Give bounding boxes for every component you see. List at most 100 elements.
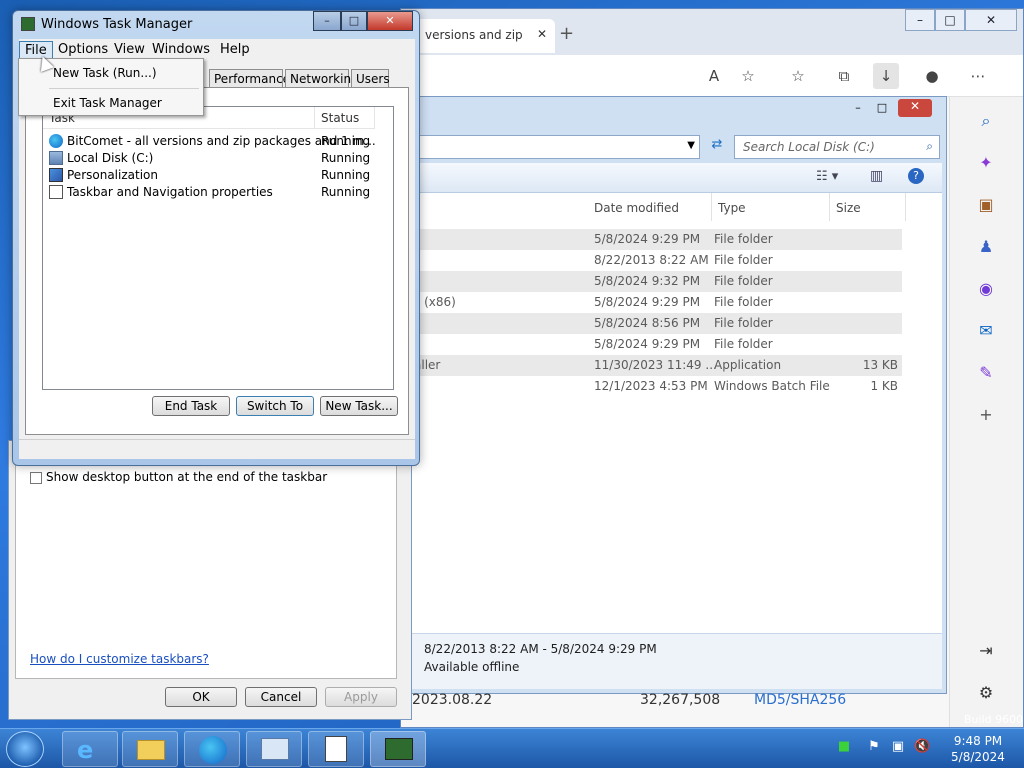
new-task-button[interactable]: New Task...: [320, 396, 398, 416]
build-watermark: Build 9600: [964, 713, 1024, 726]
tab-performance[interactable]: Performance: [209, 69, 290, 87]
task-row[interactable]: Local Disk (C:) Running: [43, 150, 393, 167]
menu-options[interactable]: Options: [53, 41, 113, 58]
menu-view[interactable]: View: [109, 41, 150, 58]
maximize-icon[interactable]: □: [341, 11, 367, 31]
add-sidebar-app-icon[interactable]: +: [972, 401, 1000, 429]
minimize-icon[interactable]: –: [905, 9, 935, 31]
profile-icon[interactable]: ●: [919, 63, 945, 89]
network-icon[interactable]: ▣: [890, 739, 906, 755]
task-row[interactable]: Personalization Running: [43, 167, 393, 184]
ie-taskbar-button[interactable]: e: [62, 731, 118, 767]
end-task-button[interactable]: End Task: [152, 396, 230, 416]
explorer-close-icon[interactable]: ✕: [898, 99, 932, 117]
close-tab-icon[interactable]: ✕: [537, 27, 547, 41]
search-input[interactable]: Search Local Disk (C:) ⌕: [734, 135, 940, 159]
view-options-icon[interactable]: ☷ ▾: [816, 169, 838, 184]
close-icon[interactable]: ✕: [965, 9, 1017, 31]
minimize-icon[interactable]: –: [313, 11, 341, 31]
column-date-modified[interactable]: Date modified: [592, 193, 712, 221]
tray-app-icon[interactable]: ■: [836, 739, 852, 755]
search-placeholder: Search Local Disk (C:): [743, 140, 875, 154]
new-tab-icon[interactable]: +: [559, 23, 574, 44]
refresh-icon[interactable]: ⇄: [706, 137, 728, 157]
add-favorite-icon[interactable]: ☆: [735, 63, 761, 89]
file-type: Windows Batch File: [714, 379, 830, 393]
applications-tab-panel: Task Status BitComet - all versions and …: [25, 87, 409, 435]
clock[interactable]: 9:48 PM 5/8/2024: [940, 733, 1016, 765]
copilot-icon[interactable]: ✦: [972, 149, 1000, 177]
menu-separator: [49, 88, 199, 89]
favorites-icon[interactable]: ☆: [785, 63, 811, 89]
edge-icon: [199, 736, 227, 764]
edge-icon: [49, 134, 63, 148]
downloads-icon[interactable]: ↓: [873, 63, 899, 89]
task-manager-app-icon: [21, 17, 35, 31]
file-row[interactable]: aller 11/30/2023 11:49 ... Application 1…: [412, 355, 902, 376]
collections-icon[interactable]: ⧉: [831, 63, 857, 89]
start-button[interactable]: [6, 731, 44, 767]
explorer-taskbar-button[interactable]: [122, 731, 178, 767]
task-row[interactable]: BitComet - all versions and zip packages…: [43, 133, 393, 150]
file-row[interactable]: 5/8/2024 9:29 PM File folder: [412, 229, 902, 250]
explorer-maximize-icon[interactable]: □: [870, 101, 894, 117]
settings-icon[interactable]: ⚙: [972, 679, 1000, 707]
more-icon[interactable]: ⋯: [965, 63, 991, 89]
details-date-range: 8/22/2013 8:22 AM - 5/8/2024 9:29 PM: [424, 642, 657, 656]
file-type: File folder: [714, 337, 773, 351]
task-manager-client: Performance Networking Users Task Status…: [19, 61, 415, 459]
help-icon[interactable]: ?: [908, 168, 924, 184]
file-row[interactable]: s (x86) 5/8/2024 9:29 PM File folder: [412, 292, 902, 313]
hide-sidebar-icon[interactable]: ⇥: [972, 637, 1000, 665]
file-row[interactable]: 5/8/2024 9:29 PM File folder: [412, 334, 902, 355]
browser-tab[interactable]: versions and zip ✕: [415, 19, 555, 53]
task-status: Running: [321, 168, 371, 182]
control-panel-taskbar-button[interactable]: [246, 731, 302, 767]
edge-taskbar-button[interactable]: [184, 731, 240, 767]
tab-users[interactable]: Users: [351, 69, 390, 87]
action-center-flag-icon[interactable]: ⚑: [866, 739, 882, 755]
file-size: 13 KB: [862, 358, 898, 372]
task-manager-taskbar-button[interactable]: [370, 731, 426, 767]
file-row[interactable]: 8/22/2013 8:22 AM File folder: [412, 250, 902, 271]
outlook-icon[interactable]: ✉: [972, 317, 1000, 345]
designer-icon[interactable]: ✎: [972, 359, 1000, 387]
file-row[interactable]: s 5/8/2024 9:32 PM File folder: [412, 271, 902, 292]
close-icon[interactable]: ✕: [367, 11, 413, 31]
shopping-icon[interactable]: ▣: [972, 191, 1000, 219]
address-bar[interactable]: ▼: [414, 135, 700, 159]
taskbar-properties-taskbar-button[interactable]: [308, 731, 364, 767]
task-name: Taskbar and Navigation properties: [67, 185, 273, 199]
status-bar: [19, 439, 415, 459]
tools-icon[interactable]: ♟: [972, 233, 1000, 261]
maximize-icon[interactable]: □: [935, 9, 965, 31]
explorer-minimize-icon[interactable]: –: [846, 101, 870, 117]
menu-windows[interactable]: Windows: [147, 41, 215, 58]
window-title: Windows Task Manager: [41, 17, 193, 32]
ok-button[interactable]: OK: [165, 687, 237, 707]
cancel-button[interactable]: Cancel: [245, 687, 317, 707]
preview-pane-icon[interactable]: ▥: [870, 168, 883, 184]
customize-help-link[interactable]: How do I customize taskbars?: [30, 652, 209, 666]
file-row[interactable]: 12/1/2023 4:53 PM Windows Batch File 1 K…: [412, 376, 902, 397]
address-dropdown-icon[interactable]: ▼: [687, 140, 695, 151]
tab-networking[interactable]: Networking: [285, 69, 359, 87]
clock-time: 9:48 PM: [953, 734, 1003, 748]
switch-to-button[interactable]: Switch To: [236, 396, 314, 416]
microsoft365-icon[interactable]: ◉: [972, 275, 1000, 303]
file-name: s (x86): [414, 295, 456, 309]
volume-muted-icon[interactable]: 🔇: [914, 739, 930, 755]
menu-help[interactable]: Help: [215, 41, 255, 58]
read-aloud-icon[interactable]: A: [701, 63, 727, 89]
column-size[interactable]: Size: [830, 193, 906, 221]
column-type[interactable]: Type: [712, 193, 830, 221]
file-row[interactable]: 5/8/2024 8:56 PM File folder: [412, 313, 902, 334]
task-name: Personalization: [67, 168, 158, 182]
file-type: File folder: [714, 295, 773, 309]
show-desktop-checkbox[interactable]: [30, 472, 42, 484]
menu-item-exit[interactable]: Exit Task Manager: [23, 92, 199, 114]
search-icon[interactable]: ⌕: [972, 107, 1000, 135]
apply-button[interactable]: Apply: [325, 687, 397, 707]
column-status[interactable]: Status: [315, 107, 375, 129]
task-row[interactable]: Taskbar and Navigation properties Runnin…: [43, 184, 393, 201]
